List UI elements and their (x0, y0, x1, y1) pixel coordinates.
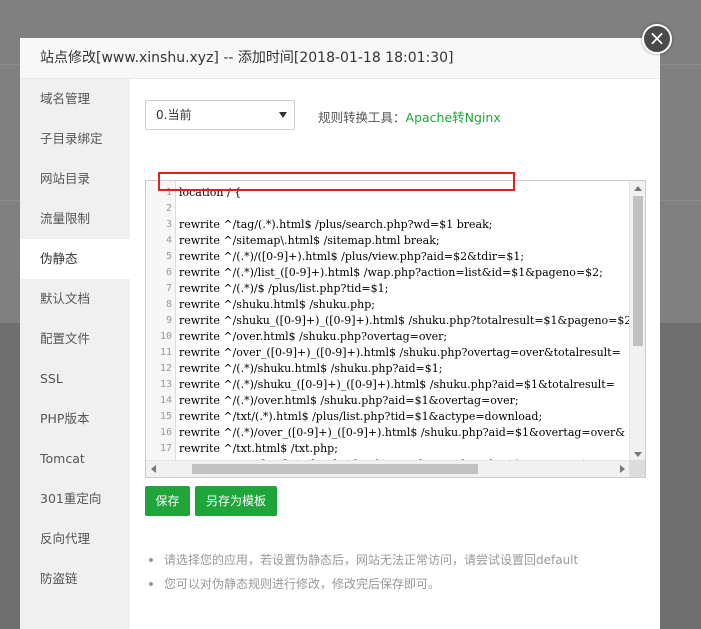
line-number: 4 (165, 235, 172, 246)
save-as-template-button[interactable]: 另存为模板 (195, 486, 277, 516)
tip-item: 请选择您的应用，若设置伪静态后，网站无法正常访问，请尝试设置回default (145, 548, 645, 572)
vertical-scroll-thumb[interactable] (633, 196, 643, 346)
site-edit-dialog: 站点修改[www.xinshu.xyz] -- 添加时间[2018-01-18 … (20, 38, 660, 629)
convert-tool-text: 规则转换工具： (318, 110, 406, 125)
code-line: rewrite ^/shuku_([0-9]+)_([0-9]+).html$ … (179, 314, 630, 327)
help-tips: 请选择您的应用，若设置伪静态后，网站无法正常访问，请尝试设置回default 您… (145, 548, 645, 596)
code-line: rewrite ^/tag/(.*).html$ /plus/search.ph… (179, 218, 493, 231)
scroll-down-icon[interactable] (634, 452, 642, 457)
code-line: rewrite ^/(.*)/$ /plus/list.php?tid=$1; (179, 282, 389, 295)
horizontal-scrollbar[interactable] (146, 460, 630, 477)
code-line: rewrite ^/(.*)/([0-9]+).html$ /plus/view… (179, 250, 525, 263)
code-line: rewrite ^/over.html$ /shuku.php?overtag=… (179, 330, 448, 343)
sidebar-item[interactable]: Tomcat (20, 439, 130, 479)
sidebar-item[interactable]: 域名管理 (20, 79, 130, 119)
sidebar-item[interactable]: 伪静态 (20, 239, 130, 279)
code-line: rewrite ^/sitemap\.html$ /sitemap.html b… (179, 234, 440, 247)
code-area[interactable]: location / { rewrite ^/tag/(.*).html$ /pl… (176, 181, 630, 462)
code-line: location / { (179, 186, 242, 199)
line-number-gutter: 123456789101112131415161718 (146, 181, 176, 470)
convert-tool-label: 规则转换工具：Apache转Nginx (318, 107, 501, 126)
code-line: rewrite ^/txt.html$ /txt.php; (179, 442, 338, 455)
line-number: 14 (159, 395, 172, 406)
line-number: 11 (159, 347, 172, 358)
sidebar-item[interactable]: 网站目录 (20, 159, 130, 199)
code-line: rewrite ^/(.*)/over_([0-9]+)_([0-9]+).ht… (179, 426, 626, 439)
sidebar-item[interactable]: 默认文档 (20, 279, 130, 319)
dialog-title: 站点修改[www.xinshu.xyz] -- 添加时间[2018-01-18 … (20, 38, 660, 79)
sidebar-item[interactable]: 防盗链 (20, 559, 130, 599)
save-button[interactable]: 保存 (145, 486, 190, 516)
line-number: 15 (159, 411, 172, 422)
tip-item: 您可以对伪静态规则进行修改，修改完后保存即可。 (145, 572, 645, 596)
code-line: rewrite ^/(.*)/over.html$ /shuku.php?aid… (179, 394, 519, 407)
code-line: rewrite ^/shuku.html$ /shuku.php; (179, 298, 375, 311)
sidebar-item[interactable]: PHP版本 (20, 399, 130, 439)
select-value: 0.当前 (156, 108, 192, 122)
vertical-scrollbar[interactable] (629, 181, 645, 462)
scroll-right-icon[interactable] (620, 465, 625, 473)
sidebar-item[interactable]: 301重定向 (20, 479, 130, 519)
rewrite-panel: 0.当前 规则转换工具：Apache转Nginx 1 2 3 4 5 6 7 8 9 10 11 12… (130, 79, 660, 629)
line-number: 7 (165, 283, 172, 294)
line-number: 1 (165, 187, 172, 198)
scrollbar-corner (629, 460, 645, 477)
line-number: 17 (159, 443, 172, 454)
line-number: 3 (165, 219, 172, 230)
code-line: rewrite ^/(.*)/shuku.html$ /shuku.php?ai… (179, 362, 443, 375)
dialog-sidebar: 域名管理 子目录绑定 网站目录 流量限制 伪静态 默认文档 配置文件 SSL PHP版本 Tomc… (20, 79, 130, 629)
code-line: rewrite ^/txt/(.*).html$ /plus/list.php?… (179, 410, 543, 423)
line-number: 16 (159, 427, 172, 438)
sidebar-item[interactable]: 流量限制 (20, 199, 130, 239)
line-number: 12 (159, 363, 172, 374)
line-number: 10 (159, 331, 172, 342)
chevron-down-icon (279, 112, 287, 118)
line-number: 6 (165, 267, 172, 278)
sidebar-item[interactable]: SSL (20, 359, 130, 399)
line-number: 8 (165, 299, 172, 310)
sidebar-item[interactable]: 反向代理 (20, 519, 130, 559)
sidebar-item[interactable]: 配置文件 (20, 319, 130, 359)
scroll-up-icon[interactable] (634, 186, 642, 191)
line-number: 9 (165, 315, 172, 326)
rewrite-code-editor[interactable]: 123456789101112131415161718 location / {… (145, 180, 646, 478)
line-number: 2 (165, 203, 172, 214)
code-line: rewrite ^/over_([0-9]+)_([0-9]+).html$ /… (179, 346, 621, 359)
scroll-left-icon[interactable] (151, 465, 156, 473)
apache-to-nginx-link[interactable]: Apache转Nginx (406, 110, 501, 125)
code-line: rewrite ^/(.*)/list_([0-9]+).html$ /wap.… (179, 266, 603, 279)
line-number: 5 (165, 251, 172, 262)
rewrite-template-select[interactable]: 0.当前 (145, 100, 295, 130)
close-button[interactable]: × (642, 24, 672, 54)
code-line: rewrite ^/(.*)/shuku_([0-9]+)_([0-9]+).h… (179, 378, 615, 391)
horizontal-scroll-thumb[interactable] (192, 464, 478, 474)
line-number: 13 (159, 379, 172, 390)
close-icon: × (648, 26, 666, 50)
sidebar-item[interactable]: 子目录绑定 (20, 119, 130, 159)
